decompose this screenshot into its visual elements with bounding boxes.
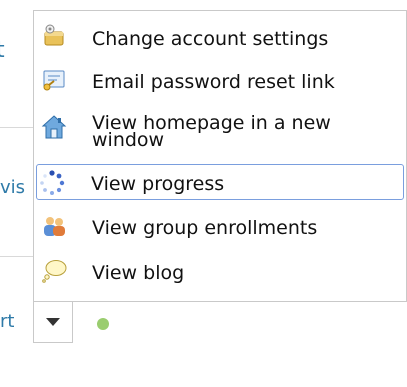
- menu-item-view-progress[interactable]: View progress: [36, 164, 404, 200]
- status-dot: [97, 318, 109, 330]
- homepage-icon: [41, 114, 67, 140]
- menu-item-label: Email password reset link: [92, 71, 335, 93]
- actions-dropdown-button[interactable]: [33, 301, 73, 343]
- menu-item-view-homepage-new-window[interactable]: View homepage in a new window: [34, 98, 406, 168]
- menu-item-label: View blog: [92, 262, 185, 284]
- background-text-fragment-top: t: [0, 38, 5, 63]
- settings-icon: [41, 23, 67, 49]
- group-icon: [41, 213, 67, 239]
- background-divider: [0, 127, 33, 128]
- background-text-fragment-middle: vis: [0, 177, 26, 198]
- menu-item-label: View homepage in a new window: [92, 112, 331, 151]
- menu-item-change-account-settings[interactable]: Change account settings: [34, 11, 406, 55]
- email-reset-icon: [41, 67, 67, 93]
- progress-icon: [39, 170, 65, 196]
- menu-item-label: View progress: [91, 173, 225, 195]
- caret-down-icon: [46, 318, 60, 326]
- actions-menu: Change account settings Email password r…: [33, 10, 407, 302]
- blog-icon: [41, 257, 67, 283]
- menu-item-view-blog[interactable]: View blog: [34, 246, 406, 296]
- menu-item-view-group-enrollments[interactable]: View group enrollments: [34, 202, 406, 246]
- background-text-fragment-bottom: rt: [0, 311, 15, 332]
- menu-item-label: Change account settings: [92, 28, 329, 50]
- menu-item-email-password-reset-link[interactable]: Email password reset link: [34, 55, 406, 98]
- background-divider: [0, 256, 33, 257]
- menu-item-label: View group enrollments: [92, 217, 318, 239]
